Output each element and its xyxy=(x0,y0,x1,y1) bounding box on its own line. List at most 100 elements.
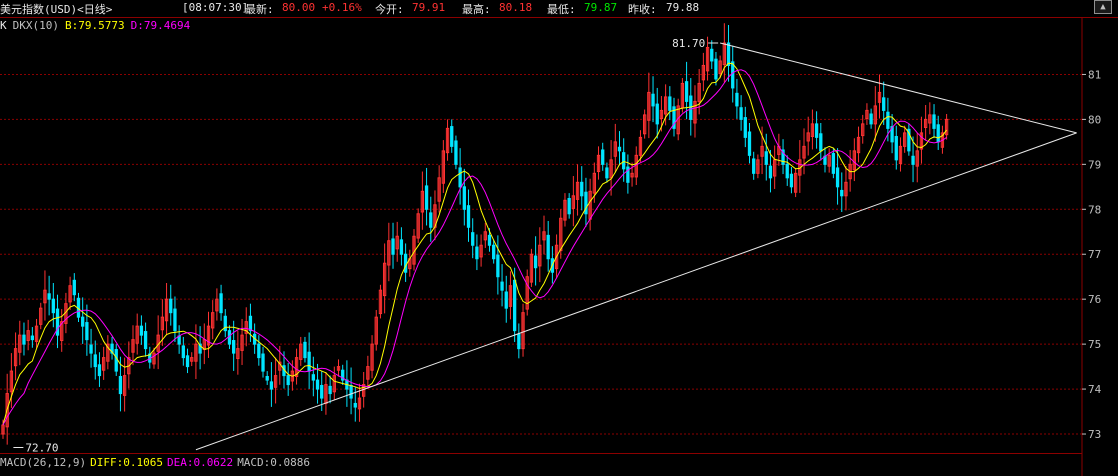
candle-body xyxy=(139,325,144,336)
candle-body xyxy=(504,291,508,309)
candle-body xyxy=(85,322,89,341)
candle-body xyxy=(429,212,433,228)
candle-body xyxy=(307,351,311,372)
candle-body xyxy=(55,308,60,336)
candle-body xyxy=(601,149,605,165)
candle-body xyxy=(169,298,173,314)
indicator-b-value: B:79.5773 xyxy=(64,19,125,32)
candle-body xyxy=(286,375,290,386)
candle-body xyxy=(232,340,236,354)
candle-body xyxy=(72,279,76,296)
candle-body xyxy=(475,246,479,260)
candle-body xyxy=(580,181,584,197)
candle-body xyxy=(185,355,190,368)
candle-body xyxy=(454,140,458,165)
y-tick-label: 73 xyxy=(1088,428,1101,441)
candle-body xyxy=(269,381,274,390)
candle-body xyxy=(143,331,148,350)
price-axis: 73 74 75 76 77 78 79 80 81 xyxy=(1082,68,1102,441)
candle-body xyxy=(466,205,471,228)
macd-diff: DIFF:0.1065 xyxy=(90,456,163,469)
candlestick-chart[interactable]: 73 74 75 76 77 78 79 80 81 81.70 72.70 xyxy=(0,0,1118,476)
candle-body xyxy=(51,298,55,314)
candle-body xyxy=(81,316,85,327)
y-tick-label: 75 xyxy=(1088,338,1101,351)
candle-body xyxy=(450,126,454,147)
candle-body xyxy=(89,344,93,354)
candle-body xyxy=(768,165,773,179)
candle-body xyxy=(93,354,97,368)
candle-body xyxy=(617,146,622,152)
candle-body xyxy=(261,353,265,372)
macd-legend: MACD(26,12,9) DIFF:0.1065 DEA:0.0622 MACD:0… xyxy=(0,456,314,469)
candle-body xyxy=(747,131,752,156)
candle-body xyxy=(265,375,269,381)
candle-body xyxy=(567,198,571,215)
y-tick-label: 76 xyxy=(1088,293,1101,306)
indicator-name: DKX(10) xyxy=(12,19,59,32)
candle-body xyxy=(605,167,609,179)
y-tick-label: 80 xyxy=(1088,113,1101,126)
candle-body xyxy=(30,335,35,341)
candle-body xyxy=(882,97,886,111)
candle-body xyxy=(328,385,332,395)
candle-body xyxy=(668,96,672,111)
candle-body xyxy=(546,234,550,260)
candle-body xyxy=(47,293,51,300)
candle-body xyxy=(731,61,735,89)
candle-body xyxy=(835,167,840,188)
candle-body xyxy=(353,402,357,408)
candle-body xyxy=(22,334,26,345)
candle-body xyxy=(533,255,538,269)
indicator-lines xyxy=(2,62,948,426)
candle-body xyxy=(311,374,315,381)
candle-body xyxy=(684,81,689,102)
candle-body xyxy=(831,153,836,174)
macd-dea: DEA:0.0622 xyxy=(166,456,234,469)
candle-body xyxy=(500,281,504,291)
candle-body xyxy=(248,315,253,332)
candle-body xyxy=(752,158,756,174)
candle-body xyxy=(97,364,102,377)
candle-body xyxy=(932,114,936,129)
candle-body xyxy=(764,151,768,165)
candle-body xyxy=(403,253,408,273)
macd-name: MACD(26,12,9) xyxy=(0,456,87,469)
candle-body xyxy=(257,343,261,359)
candle-body xyxy=(496,254,500,278)
candle-body xyxy=(118,375,123,395)
candle-body xyxy=(726,42,731,66)
candle-body xyxy=(424,185,429,210)
candle-body xyxy=(936,124,940,143)
candle-body xyxy=(458,167,462,188)
candle-body xyxy=(735,92,739,107)
candle-body xyxy=(303,341,307,359)
candle-body xyxy=(886,111,890,129)
y-tick-label: 77 xyxy=(1088,248,1101,261)
candle-body xyxy=(517,333,521,350)
b-line xyxy=(2,62,948,426)
candle-body xyxy=(819,133,823,152)
candle-body xyxy=(714,58,718,80)
y-tick-label: 79 xyxy=(1088,158,1101,171)
candle-body xyxy=(492,244,496,260)
candle-body xyxy=(840,189,844,197)
y-tick-label: 81 xyxy=(1088,68,1101,81)
candle-body xyxy=(512,279,517,332)
candle-body xyxy=(391,238,395,255)
candle-body xyxy=(227,330,232,345)
candle-body xyxy=(785,163,789,179)
candle-body xyxy=(710,48,714,62)
annotation-high: 81.70 xyxy=(672,37,705,50)
candle-body xyxy=(177,335,181,345)
y-tick-label: 74 xyxy=(1088,383,1102,396)
candle-body xyxy=(399,239,404,255)
candle-body xyxy=(869,113,873,125)
candle-body xyxy=(487,234,492,246)
candle-body xyxy=(173,308,177,332)
candle-body xyxy=(689,95,693,120)
candle-layer xyxy=(1,23,949,445)
annotation-low: 72.70 xyxy=(25,442,58,455)
indicator-legend: K DKX(10) B:79.5773 D:79.4694 xyxy=(0,19,196,32)
candle-body xyxy=(911,155,915,165)
